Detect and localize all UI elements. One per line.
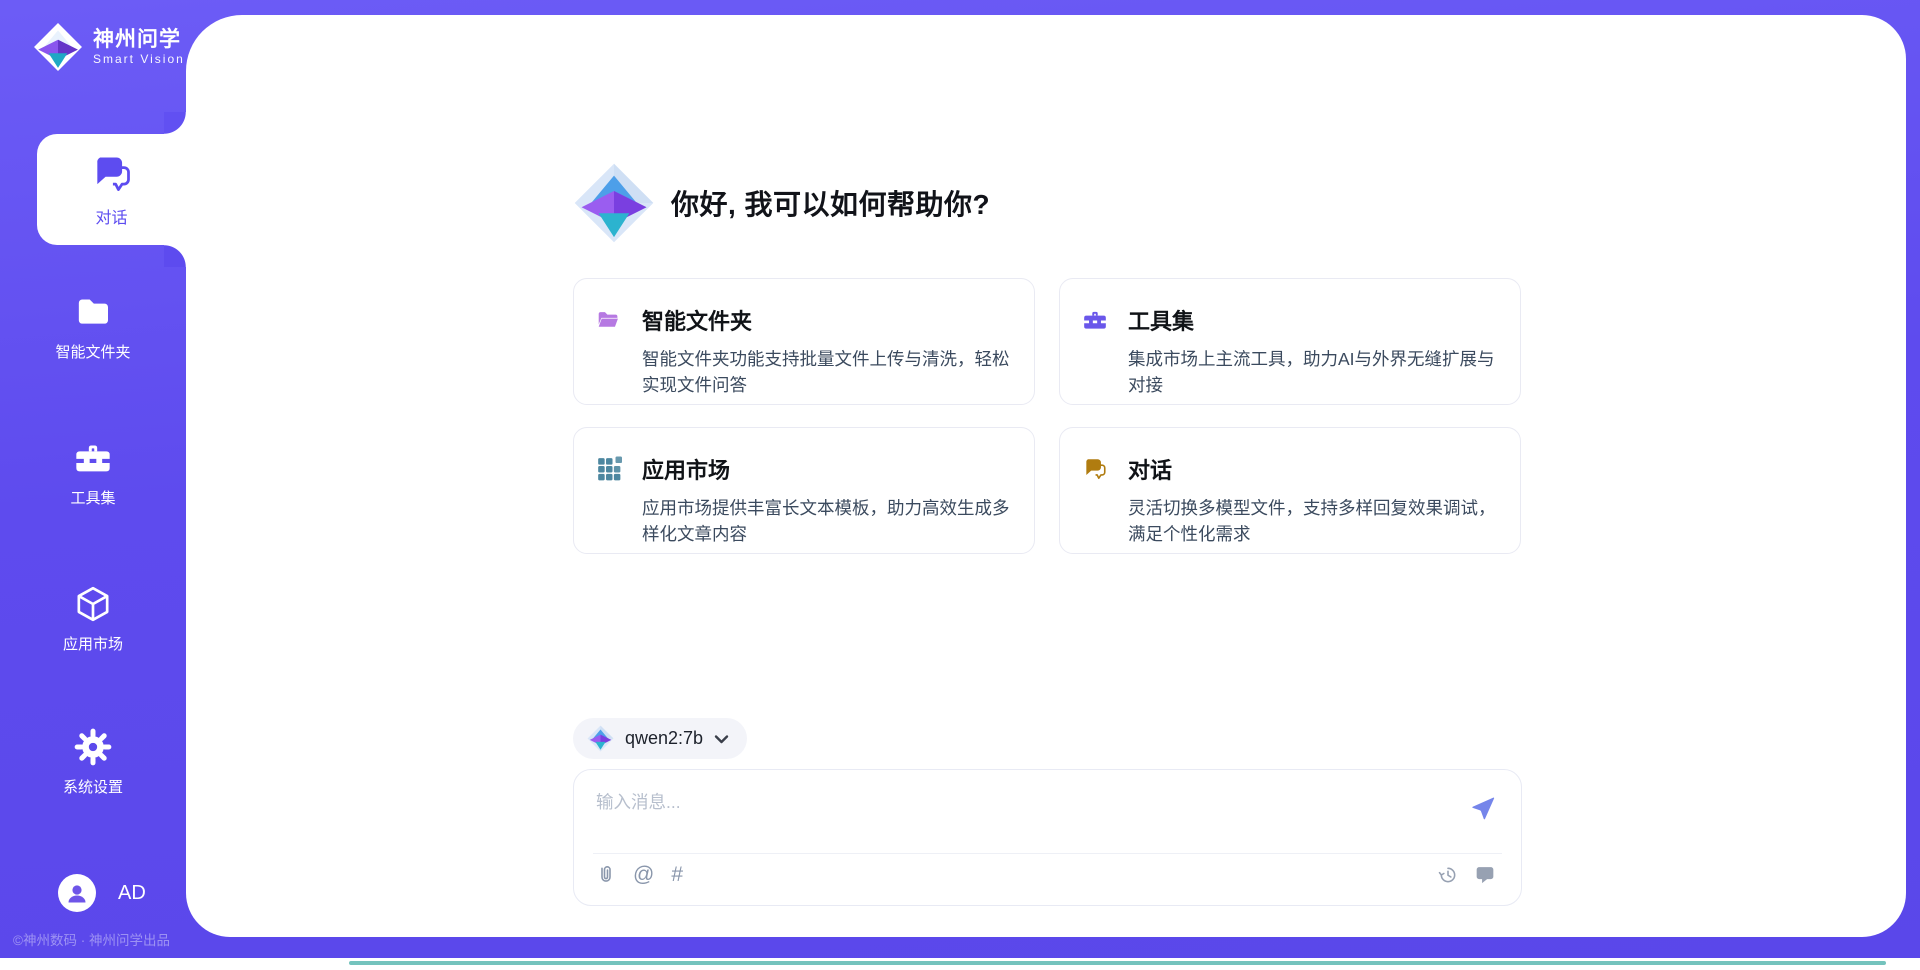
send-button[interactable] [1470,795,1496,821]
hash-icon[interactable]: # [671,865,683,885]
card-title: 工具集 [1128,304,1194,336]
sidebar-item-chat[interactable]: 对话 [37,134,186,245]
card-title: 智能文件夹 [642,304,752,336]
sidebar: 神州问学 Smart Vision 对话 智能文件夹 工具集 应用市场 系统设置 [0,0,186,958]
copyright: ©神州数码 · 神州问学出品 [13,929,170,949]
toolbox-icon [73,438,113,478]
sidebar-item-smart-folder[interactable]: 智能文件夹 [0,292,186,362]
greeting: 你好, 我可以如何帮助你? [573,162,990,244]
mention-icon[interactable]: @ [633,865,654,885]
sidebar-item-toolset[interactable]: 工具集 [0,438,186,508]
model-diamond-logo-icon [587,725,614,752]
active-tab-fillet-top [164,112,186,134]
card-app-market[interactable]: 应用市场 应用市场提供丰富长文本模板，助力高效生成多样化文章内容 [573,427,1035,554]
sidebar-item-label: 对话 [95,204,127,228]
sidebar-item-settings[interactable]: 系统设置 [0,727,186,797]
composer-left-tools: @ # [596,865,683,885]
card-description: 灵活切换多模型文件，支持多样回复效果调试，满足个性化需求 [1128,495,1504,548]
sidebar-item-app-market[interactable]: 应用市场 [0,584,186,654]
sidebar-item-label: 智能文件夹 [55,341,130,362]
user-initials: AD [118,882,146,905]
message-input[interactable] [596,787,1436,817]
grid-icon [596,456,622,482]
message-icon[interactable] [1475,865,1495,885]
card-toolset[interactable]: 工具集 集成市场上主流工具，助力AI与外界无缝扩展与对接 [1059,278,1521,405]
chat-bubbles-icon [1082,456,1108,482]
composer-divider [593,853,1502,854]
greeting-diamond-logo-icon [573,162,655,244]
sidebar-item-label: 系统设置 [63,776,123,797]
brand-subtitle: Smart Vision [93,52,185,66]
bottom-accent-line [349,961,1886,965]
history-icon[interactable] [1438,865,1458,885]
model-name: qwen2:7b [625,728,703,749]
composer-right-tools [1438,865,1495,885]
page-bottom-strip [0,958,1920,970]
person-icon [65,881,89,905]
composer-toolbar: @ # [596,865,1495,885]
card-header: 应用市场 [596,453,1014,485]
sidebar-item-label: 应用市场 [63,633,123,654]
brand-text: 神州问学 Smart Vision [93,28,185,66]
gear-icon [73,727,113,767]
cube-icon [73,584,113,624]
card-smart-folder[interactable]: 智能文件夹 智能文件夹功能支持批量文件上传与清洗，轻松实现文件问答 [573,278,1035,405]
app-window: 神州问学 Smart Vision 对话 智能文件夹 工具集 应用市场 系统设置 [0,0,1920,970]
avatar [58,874,96,912]
brand: 神州问学 Smart Vision [33,22,185,72]
active-tab-fillet-bottom [164,245,186,267]
folder-open-icon [596,307,622,333]
card-description: 智能文件夹功能支持批量文件上传与清洗，轻松实现文件问答 [642,346,1018,399]
card-header: 工具集 [1082,304,1500,336]
brand-diamond-logo-icon [33,22,83,72]
sidebar-item-label: 工具集 [70,487,115,508]
user-badge[interactable]: AD [58,874,146,912]
card-header: 对话 [1082,453,1500,485]
toolbox-icon [1082,307,1108,333]
feature-cards: 智能文件夹 智能文件夹功能支持批量文件上传与清洗，轻松实现文件问答 工具集 集成… [573,278,1521,554]
card-chat[interactable]: 对话 灵活切换多模型文件，支持多样回复效果调试，满足个性化需求 [1059,427,1521,554]
model-selector[interactable]: qwen2:7b [573,718,747,759]
card-title: 应用市场 [642,453,730,485]
send-icon [1470,795,1496,821]
card-description: 应用市场提供丰富长文本模板，助力高效生成多样化文章内容 [642,495,1018,548]
attachment-icon[interactable] [596,865,616,885]
card-description: 集成市场上主流工具，助力AI与外界无缝扩展与对接 [1128,346,1504,399]
folder-icon [73,292,113,332]
chat-bubbles-icon [90,152,134,196]
card-title: 对话 [1128,453,1172,485]
message-composer: @ # [573,769,1522,906]
chevron-down-icon [714,734,729,744]
greeting-title: 你好, 我可以如何帮助你? [671,183,990,223]
card-header: 智能文件夹 [596,304,1014,336]
brand-name: 神州问学 [93,28,185,52]
